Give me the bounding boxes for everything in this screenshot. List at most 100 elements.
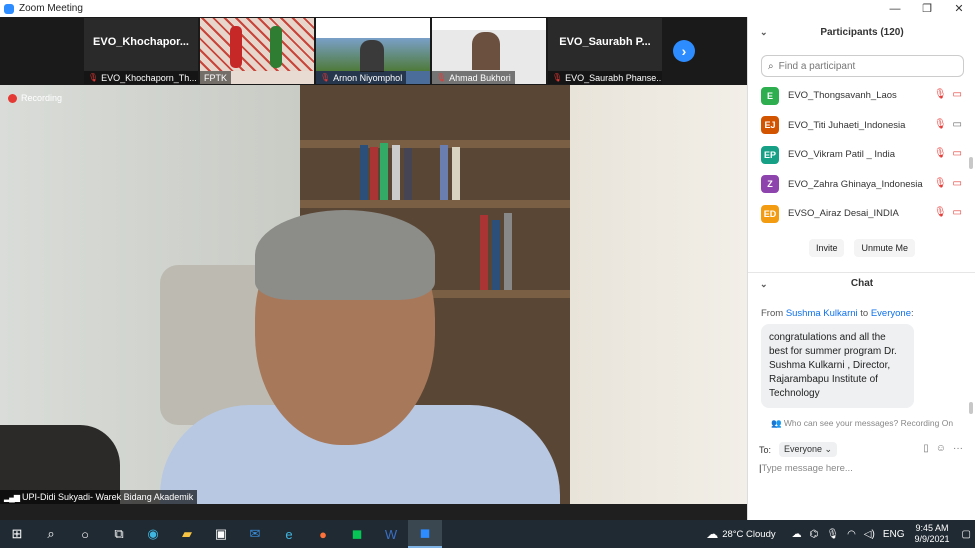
thumbnail-tile[interactable]: 🎙 Ahmad Bukhori <box>432 18 546 84</box>
next-page-button[interactable]: › <box>673 40 695 62</box>
thumbnail-tile[interactable]: FPTK <box>200 18 314 84</box>
mic-muted-icon[interactable]: 🎙 <box>934 89 947 100</box>
side-panel: ⌄ Participants (120) ⌕ Find a participan… <box>747 17 975 520</box>
store-icon[interactable]: ▣ <box>204 520 238 548</box>
recording-indicator: Recording <box>8 93 62 103</box>
close-button[interactable]: ✕ <box>943 0 975 17</box>
word-icon[interactable]: W <box>374 520 408 548</box>
language-indicator[interactable]: ENG <box>883 529 905 540</box>
mic-muted-icon[interactable]: 🎙 <box>934 148 947 159</box>
video-off-icon[interactable]: ▭ <box>953 207 962 218</box>
video-off-icon[interactable]: ▭ <box>953 89 962 100</box>
speaker-name-label: ▂▄▆ UPI-Didi Sukyadi- Warek Bidang Akade… <box>0 490 198 504</box>
mic-muted-icon[interactable]: 🎙 <box>934 119 947 130</box>
task-view-icon[interactable]: ⧉ <box>102 520 136 548</box>
line-icon[interactable]: ◼ <box>340 520 374 548</box>
video-on-icon[interactable]: ▭ <box>953 119 962 130</box>
participants-header: ⌄ Participants (120) <box>760 26 904 38</box>
emoji-icon[interactable]: ☺ <box>936 443 946 454</box>
more-icon[interactable]: ··· <box>953 443 963 454</box>
chat-visibility-notice[interactable]: 👥 Who can see your messages? Recording O… <box>748 418 975 429</box>
avatar: ED <box>761 204 779 223</box>
volume-icon[interactable]: ◁) <box>864 529 875 540</box>
bluetooth-icon[interactable]: ⌬ <box>810 529 819 540</box>
file-explorer-icon[interactable]: ▰ <box>170 520 204 548</box>
active-speaker-video: Recording ▂▄▆ UPI-Didi Sukyadi- Warek Bi… <box>0 85 747 504</box>
mic-muted-icon[interactable]: 🎙 <box>934 207 947 218</box>
zoom-taskbar-icon[interactable]: ◼ <box>408 520 442 548</box>
chat-tools: ▯ ☺ ··· <box>923 443 963 454</box>
onedrive-icon[interactable]: ☁ <box>792 529 802 540</box>
chat-recipient[interactable]: Everyone <box>871 308 911 319</box>
edge-icon[interactable]: ◉ <box>136 520 170 548</box>
chat-scrollbar[interactable] <box>969 402 973 414</box>
participant-name: EVO_Vikram Patil _ India <box>788 149 896 161</box>
zoom-app-icon <box>4 3 14 14</box>
chat-message-input[interactable]: |Type message here... <box>759 463 853 474</box>
invite-button[interactable]: Invite <box>808 239 845 257</box>
thumbnail-name: 🎙 EVO_Khochaporn_Th... <box>84 71 198 84</box>
signal-bars-icon: ▂▄▆ <box>4 492 20 502</box>
thumbnail-tile[interactable]: EVO_Saurabh P... 🎙 EVO_Saurabh Phanse... <box>548 18 662 84</box>
participant-row[interactable]: Z EVO_Zahra Ghinaya_Indonesia 🎙 ▭ <box>748 170 975 200</box>
cortana-icon[interactable]: ○ <box>68 520 102 548</box>
mail-icon[interactable]: ✉ <box>238 520 272 548</box>
mic-muted-icon: 🎙 <box>88 73 99 82</box>
window-title: Zoom Meeting <box>19 3 83 14</box>
chat-message-header: From Sushma Kulkarni to Everyone: <box>761 308 914 319</box>
recipient-dropdown[interactable]: Everyone ⌄ <box>779 442 838 457</box>
participant-search-input[interactable]: ⌕ Find a participant <box>761 55 964 77</box>
wifi-icon[interactable]: ◠ <box>847 529 856 540</box>
participant-name: EVO_Thongsavanh_Laos <box>788 90 897 102</box>
file-icon[interactable]: ▯ <box>923 443 929 454</box>
mic-muted-icon: 🎙 <box>320 73 331 82</box>
system-tray: ☁ 28°C Cloudy ☁ ⌬ 🎙 ◠ ◁) ENG 9:45 AM 9/9… <box>706 520 975 548</box>
participant-row[interactable]: ED EVSO_Airaz Desai_INDIA 🎙 ▭ <box>748 199 975 229</box>
avatar: EJ <box>761 116 779 135</box>
search-icon[interactable]: ⌕ <box>34 520 68 548</box>
participant-name: EVSO_Airaz Desai_INDIA <box>788 208 899 220</box>
unmute-me-button[interactable]: Unmute Me <box>854 239 916 257</box>
mic-muted-icon: 🎙 <box>552 73 563 82</box>
ie-icon[interactable]: e <box>272 520 306 548</box>
chat-sender[interactable]: Sushma Kulkarni <box>786 308 858 319</box>
clock[interactable]: 9:45 AM 9/9/2021 <box>915 523 950 545</box>
cloud-icon: ☁ <box>706 527 719 541</box>
avatar: Z <box>761 175 779 194</box>
participant-row[interactable]: E EVO_Thongsavanh_Laos 🎙 ▭ <box>748 81 975 111</box>
microphone-icon[interactable]: 🎙 <box>826 529 839 540</box>
notification-icon[interactable]: ▢ <box>962 529 971 540</box>
video-off-icon[interactable]: ▭ <box>953 148 962 159</box>
participant-row[interactable]: EJ EVO_Titi Juhaeti_Indonesia 🎙 ▭ <box>748 111 975 141</box>
mic-muted-icon[interactable]: 🎙 <box>934 178 947 189</box>
thumbnail-tile[interactable]: EVO_Khochapor... 🎙 EVO_Khochaporn_Th... <box>84 18 198 84</box>
recording-dot-icon <box>8 93 17 103</box>
avatar: EP <box>761 145 779 164</box>
video-area: EVO_Khochapor... 🎙 EVO_Khochaporn_Th... F… <box>0 17 747 504</box>
thumbnail-big-label: EVO_Khochapor... <box>93 36 189 48</box>
minimize-button[interactable]: — <box>879 0 911 17</box>
collapse-chevron-icon[interactable]: ⌄ <box>760 279 768 290</box>
maximize-button[interactable]: ❐ <box>911 0 943 17</box>
start-icon[interactable]: ⊞ <box>0 520 34 548</box>
thumbnail-big-label: EVO_Saurabh P... <box>559 36 651 48</box>
collapse-chevron-icon[interactable]: ⌄ <box>760 27 768 38</box>
zoom-window: Zoom Meeting — ❐ ✕ EVO_Khochapor... 🎙 EVO… <box>0 0 975 548</box>
video-off-icon[interactable]: ▭ <box>953 178 962 189</box>
participant-name: EVO_Zahra Ghinaya_Indonesia <box>788 178 923 190</box>
thumbnail-name: 🎙 Ahmad Bukhori <box>432 71 515 84</box>
firefox-icon[interactable]: ● <box>306 520 340 548</box>
chat-header: ⌄ Chat <box>748 272 975 294</box>
weather-widget[interactable]: ☁ 28°C Cloudy <box>706 527 775 541</box>
participant-name: EVO_Titi Juhaeti_Indonesia <box>788 119 906 131</box>
participant-list: E EVO_Thongsavanh_Laos 🎙 ▭ EJ EVO_Titi Ju… <box>748 81 975 229</box>
chat-message-bubble: congratulations and all the best for sum… <box>761 324 914 408</box>
thumbnail-name: 🎙 EVO_Saurabh Phanse... <box>548 71 662 84</box>
window-controls: — ❐ ✕ <box>879 0 975 17</box>
thumbnail-tile[interactable]: 🎙 Arnon Niyomphol <box>316 18 430 84</box>
mic-muted-icon: 🎙 <box>436 73 447 82</box>
participant-actions: Invite Unmute Me <box>748 239 975 257</box>
avatar: E <box>761 86 779 105</box>
participants-scrollbar[interactable] <box>969 157 973 169</box>
participant-row[interactable]: EP EVO_Vikram Patil _ India 🎙 ▭ <box>748 140 975 170</box>
